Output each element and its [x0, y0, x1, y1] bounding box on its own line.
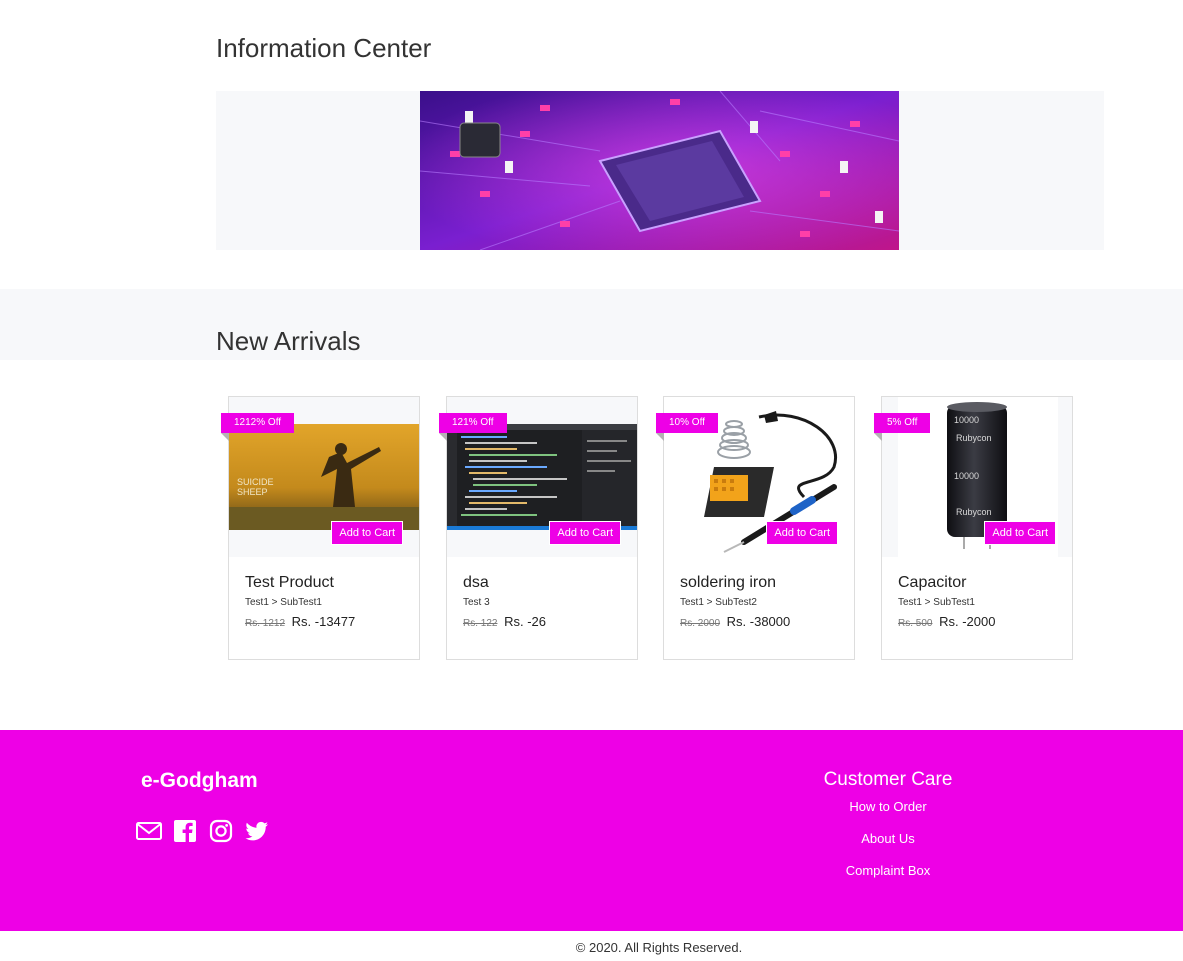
circuit-board-image [420, 91, 899, 250]
social-links [136, 818, 270, 844]
copyright-text: © 2020. All Rights Reserved. [575, 940, 743, 955]
footer-brand[interactable]: e-Godgham [141, 769, 258, 793]
mail-icon[interactable] [136, 818, 162, 844]
sale-price: Rs. -38000 [726, 614, 791, 629]
product-category: Test1 > SubTest1 [245, 597, 322, 608]
sale-price: Rs. -26 [504, 614, 546, 629]
info-center-banner [216, 91, 1104, 250]
original-price: Rs. 500 [898, 618, 933, 629]
badge-fold [656, 433, 664, 441]
new-arrivals-title: New Arrivals [216, 326, 361, 356]
badge-fold [221, 433, 229, 441]
add-to-cart-button[interactable]: Add to Cart [984, 521, 1056, 545]
instagram-icon[interactable] [208, 818, 234, 844]
discount-badge: 1212% Off [221, 413, 295, 433]
product-card[interactable]: SUICIDE SHEEP 1212% Off Add to Cart Test… [221, 396, 420, 660]
product-price: Rs. 1212 Rs. -13477 [245, 614, 355, 629]
new-arrivals-band [0, 289, 1183, 360]
how-to-order-link[interactable]: How to Order [788, 799, 988, 814]
svg-text:Rubycon: Rubycon [956, 433, 992, 443]
original-price: Rs. 122 [463, 618, 498, 629]
add-to-cart-button[interactable]: Add to Cart [766, 521, 838, 545]
about-us-link[interactable]: About Us [788, 831, 988, 846]
svg-text:SUICIDE: SUICIDE [237, 477, 274, 487]
product-price: Rs. 2000 Rs. -38000 [680, 614, 790, 629]
product-category: Test1 > SubTest2 [680, 597, 757, 608]
badge-fold [874, 433, 882, 441]
facebook-icon[interactable] [172, 818, 198, 844]
product-name[interactable]: soldering iron [680, 574, 776, 592]
product-category: Test1 > SubTest1 [898, 597, 975, 608]
product-price: Rs. 122 Rs. -26 [463, 614, 546, 629]
discount-badge: 10% Off [656, 413, 718, 433]
product-category: Test 3 [463, 597, 490, 608]
product-card[interactable]: 10% Off Add to Cart soldering iron Test1… [656, 396, 855, 660]
product-name[interactable]: Capacitor [898, 574, 966, 592]
badge-fold [439, 433, 447, 441]
sale-price: Rs. -2000 [939, 614, 996, 629]
discount-badge: 121% Off [439, 413, 507, 433]
svg-text:Rubycon: Rubycon [956, 507, 992, 517]
complaint-box-link[interactable]: Complaint Box [788, 863, 988, 878]
add-to-cart-button[interactable]: Add to Cart [549, 521, 621, 545]
svg-text:10000: 10000 [954, 471, 979, 481]
product-name[interactable]: Test Product [245, 574, 334, 592]
product-card[interactable]: 10000 Rubycon 10000 Rubycon 5% Off Add t… [874, 396, 1073, 660]
add-to-cart-button[interactable]: Add to Cart [331, 521, 403, 545]
product-price: Rs. 500 Rs. -2000 [898, 614, 995, 629]
product-card[interactable]: 121% Off Add to Cart dsa Test 3 Rs. 122 … [439, 396, 638, 660]
sale-price: Rs. -13477 [291, 614, 356, 629]
discount-badge: 5% Off [874, 413, 931, 433]
customer-care-title: Customer Care [823, 769, 953, 790]
info-center-title: Information Center [216, 33, 432, 63]
product-name[interactable]: dsa [463, 574, 489, 592]
original-price: Rs. 2000 [680, 618, 721, 629]
twitter-icon[interactable] [244, 818, 270, 844]
site-footer: e-Godgham Customer Care How to Order Abo… [0, 730, 1183, 931]
svg-text:SHEEP: SHEEP [237, 487, 268, 497]
original-price: Rs. 1212 [245, 618, 286, 629]
svg-text:10000: 10000 [954, 415, 979, 425]
